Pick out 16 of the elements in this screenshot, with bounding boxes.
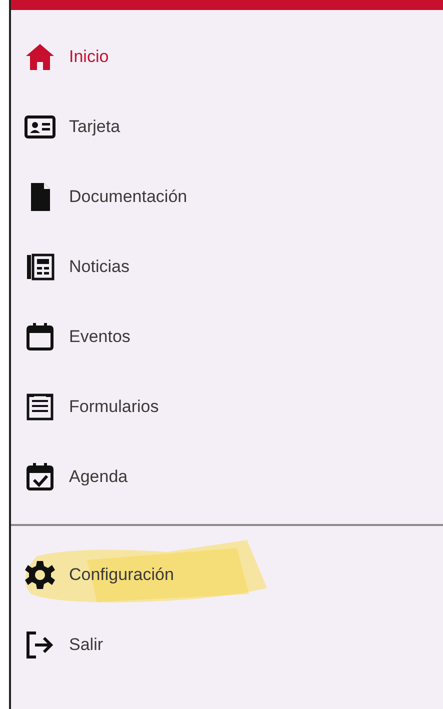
menu-item[interactable]: Salir — [11, 610, 443, 680]
settings-icon — [24, 559, 56, 591]
home-icon — [24, 41, 56, 73]
menu-item[interactable]: Noticias — [11, 232, 443, 302]
calendar-check-icon — [24, 461, 56, 493]
form-icon — [24, 391, 56, 423]
menu-item[interactable]: Tarjeta — [11, 92, 443, 162]
calendar-icon — [24, 321, 56, 353]
menu-item[interactable]: Eventos — [11, 302, 443, 372]
menu-item[interactable]: Configuración — [11, 540, 443, 610]
newspaper-icon — [24, 251, 56, 283]
menu-item[interactable]: Documentación — [11, 162, 443, 232]
menu-item[interactable]: Formularios — [11, 372, 443, 442]
menu-item[interactable]: Agenda — [11, 442, 443, 512]
menu-item[interactable]: Inicio — [11, 22, 443, 92]
logout-icon — [24, 629, 56, 661]
